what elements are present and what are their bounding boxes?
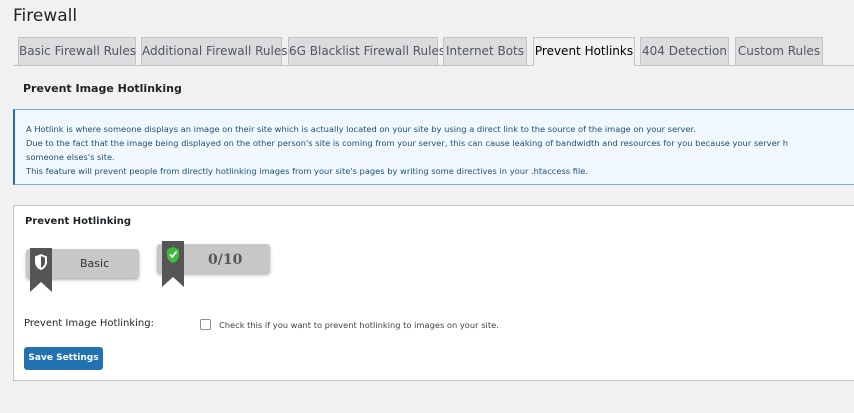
- tab-divider: [13, 65, 854, 66]
- tab-basic-firewall-rules[interactable]: Basic Firewall Rules: [18, 37, 136, 65]
- settings-panel: Prevent Hotlinking: [13, 205, 854, 381]
- tab-internet-bots[interactable]: Internet Bots: [443, 37, 527, 65]
- tab-custom-rules[interactable]: Custom Rules: [735, 37, 823, 65]
- shield-icon: [30, 248, 52, 292]
- tab-prevent-hotlinks[interactable]: Prevent Hotlinks: [533, 37, 635, 66]
- prevent-hotlinking-checkbox[interactable]: [200, 319, 211, 330]
- prevent-hotlinking-label: Prevent Image Hotlinking:: [24, 318, 154, 329]
- info-box: A Hotlink is where someone displays an i…: [13, 109, 854, 185]
- panel-title: Prevent Hotlinking: [25, 216, 132, 227]
- info-line: someone elses's site.: [26, 152, 115, 162]
- tab-404-detection[interactable]: 404 Detection: [640, 37, 729, 65]
- info-line: This feature will prevent people from di…: [26, 166, 589, 176]
- shield-check-icon: [162, 241, 184, 287]
- info-line: Due to the fact that the image being dis…: [26, 138, 788, 148]
- page-title: Firewall: [13, 6, 78, 26]
- security-level-label: Basic: [80, 257, 110, 270]
- tab-bar: Basic Firewall Rules Additional Firewall…: [18, 37, 854, 66]
- tab-6g-blacklist-firewall-rules[interactable]: 6G Blacklist Firewall Rules: [288, 37, 445, 65]
- prevent-hotlinking-description: Check this if you want to prevent hotlin…: [219, 320, 499, 330]
- tab-additional-firewall-rules[interactable]: Additional Firewall Rules: [141, 37, 288, 65]
- info-line: A Hotlink is where someone displays an i…: [26, 124, 696, 134]
- section-heading: Prevent Image Hotlinking: [23, 82, 182, 95]
- security-score-label: 0/10: [208, 252, 243, 268]
- save-settings-button[interactable]: Save Settings: [24, 347, 103, 370]
